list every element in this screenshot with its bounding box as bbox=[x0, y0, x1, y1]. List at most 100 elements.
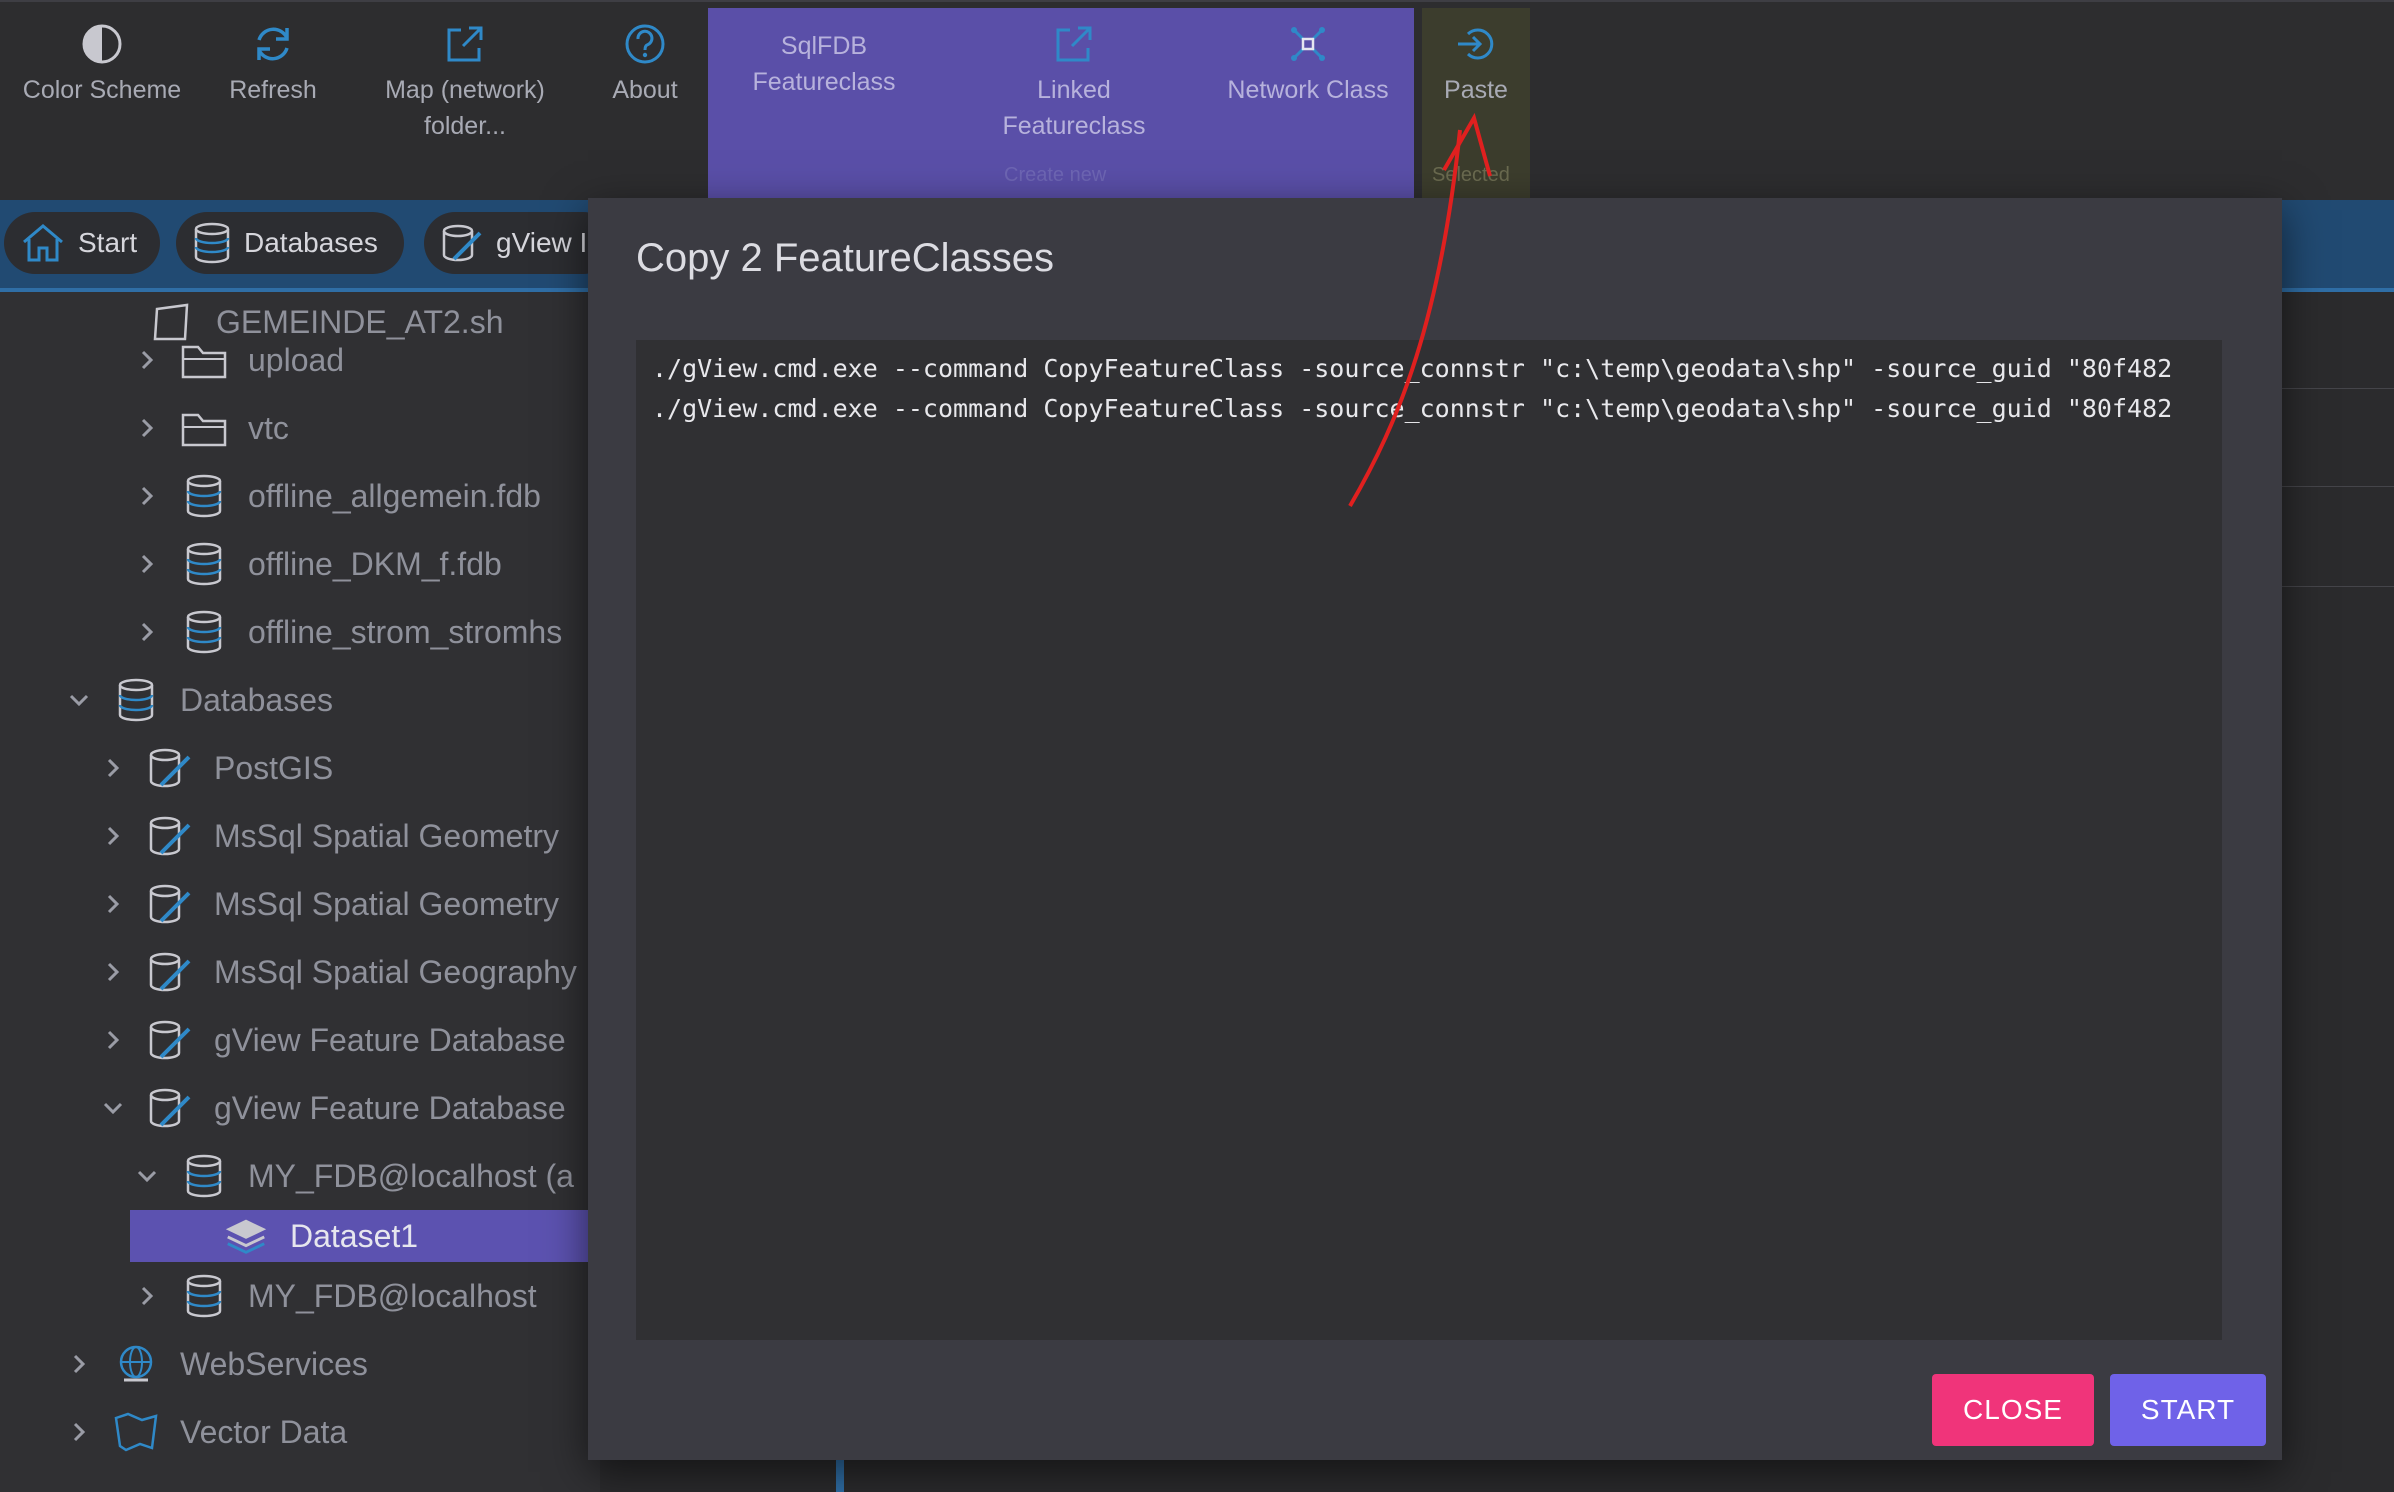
contrast-icon bbox=[82, 24, 122, 64]
breadcrumb-start[interactable]: Start bbox=[4, 212, 160, 274]
breadcrumb-databases-label: Databases bbox=[244, 227, 378, 258]
paste-icon bbox=[1458, 28, 1494, 60]
network-icon bbox=[1291, 27, 1325, 61]
tree-item[interactable]: offline_allgemein.fdb bbox=[132, 466, 541, 526]
database-icon bbox=[180, 608, 228, 656]
chevron-right-icon[interactable] bbox=[132, 345, 162, 375]
tree-item-label: offline_DKM_f.fdb bbox=[248, 545, 502, 582]
pencil-database-icon bbox=[146, 1016, 194, 1064]
tree-item[interactable]: MY_FDB@localhost bbox=[132, 1266, 537, 1326]
chevron-right-icon[interactable] bbox=[98, 957, 128, 987]
tree-item[interactable]: MsSql Spatial Geometry bbox=[98, 806, 559, 866]
tree-item[interactable]: WebServices bbox=[64, 1334, 368, 1394]
tree-item-label: gView Feature Database bbox=[214, 1089, 566, 1126]
pencil-database-icon bbox=[146, 812, 194, 860]
linked-label-line1: Linked bbox=[1037, 76, 1111, 104]
tree-item[interactable]: offline_DKM_f.fdb bbox=[132, 534, 502, 594]
database-icon bbox=[180, 472, 228, 520]
chevron-right-icon[interactable] bbox=[64, 1417, 94, 1447]
tree-item-label: offline_strom_stromhs bbox=[248, 613, 563, 650]
pencil-database-icon bbox=[146, 948, 194, 996]
command-output[interactable]: ./gView.cmd.exe --command CopyFeatureCla… bbox=[636, 340, 2222, 1340]
database-icon bbox=[112, 676, 160, 724]
create-new-caption: Create new bbox=[1004, 164, 1107, 186]
globe-icon bbox=[112, 1340, 160, 1388]
tree-item[interactable]: PostGIS bbox=[98, 738, 333, 798]
linked-label-line2: Featureclass bbox=[1002, 112, 1146, 140]
color-scheme-button[interactable]: Color Scheme bbox=[14, 22, 190, 108]
command-line: ./gView.cmd.exe --command CopyFeatureCla… bbox=[652, 394, 2173, 423]
sqlfdb-label-line2: Featureclass bbox=[752, 68, 896, 96]
chevron-right-icon[interactable] bbox=[98, 889, 128, 919]
tree-item-label: Dataset1 bbox=[290, 1217, 419, 1254]
tree-item[interactable]: offline_strom_stromhs bbox=[132, 602, 562, 662]
layers-icon bbox=[222, 1212, 270, 1260]
chevron-right-icon[interactable] bbox=[98, 1025, 128, 1055]
tree-item[interactable]: MsSql Spatial Geography bbox=[98, 942, 577, 1002]
paste-button[interactable]: Paste bbox=[1422, 22, 1530, 108]
chevron-right-icon[interactable] bbox=[132, 617, 162, 647]
chevron-right-icon[interactable] bbox=[64, 1349, 94, 1379]
selected-group: Paste Selected bbox=[1422, 8, 1530, 198]
refresh-label: Refresh bbox=[229, 76, 317, 104]
explorer-tree: GEMEINDE_AT2.sh upload vtc offline_allgemei… bbox=[0, 292, 600, 1492]
tree-item[interactable]: MY_FDB@localhost (a bbox=[132, 1146, 574, 1206]
dialog-title: Copy 2 FeatureClasses bbox=[636, 236, 1054, 280]
refresh-button[interactable]: Refresh bbox=[214, 22, 332, 108]
copy-featureclasses-dialog: Copy 2 FeatureClasses ./gView.cmd.exe --… bbox=[588, 198, 2282, 1460]
tree-item-label: WebServices bbox=[180, 1345, 368, 1382]
tree-item[interactable]: upload bbox=[132, 330, 344, 390]
close-button[interactable]: CLOSE bbox=[1932, 1374, 2094, 1446]
command-line: ./gView.cmd.exe --command CopyFeatureCla… bbox=[652, 354, 2173, 383]
chevron-right-icon[interactable] bbox=[132, 481, 162, 511]
chevron-down-icon[interactable] bbox=[64, 685, 94, 715]
tree-item[interactable]: Databases bbox=[64, 670, 333, 730]
network-class-label: Network Class bbox=[1227, 76, 1389, 104]
tree-item[interactable]: MsSql Spatial Geometry bbox=[98, 874, 559, 934]
tree-item-label: MY_FDB@localhost (a bbox=[248, 1157, 574, 1194]
map-folder-label-line1: Map (network) bbox=[385, 76, 545, 104]
help-icon bbox=[625, 24, 665, 64]
pencil-database-icon bbox=[442, 224, 482, 262]
chevron-down-icon[interactable] bbox=[132, 1161, 162, 1191]
pencil-database-icon bbox=[146, 1084, 194, 1132]
database-icon bbox=[180, 1152, 228, 1200]
tree-item[interactable]: gView Feature Database bbox=[98, 1078, 566, 1138]
chevron-right-icon[interactable] bbox=[132, 549, 162, 579]
create-new-group: SqlFDB Featureclass Linked Featureclass … bbox=[708, 8, 1414, 198]
breadcrumb-databases[interactable]: Databases bbox=[176, 212, 404, 274]
database-icon bbox=[180, 1272, 228, 1320]
external-link-icon bbox=[1056, 26, 1092, 62]
chevron-right-icon[interactable] bbox=[98, 821, 128, 851]
tree-item[interactable]: vtc bbox=[132, 398, 289, 458]
chevron-right-icon[interactable] bbox=[132, 413, 162, 443]
map-network-folder-button[interactable]: Map (network) folder... bbox=[370, 22, 560, 144]
tree-item-label: Vector Data bbox=[180, 1413, 348, 1450]
tree-item-label: gView Feature Database bbox=[214, 1021, 566, 1058]
tree-item-label: vtc bbox=[248, 409, 289, 446]
tree-item[interactable]: gView Feature Database bbox=[98, 1010, 566, 1070]
breadcrumb-gview-label: gView I bbox=[496, 227, 588, 258]
folder-icon bbox=[180, 336, 228, 384]
color-scheme-label: Color Scheme bbox=[22, 76, 182, 104]
chevron-down-icon[interactable] bbox=[98, 1093, 128, 1123]
external-link-icon bbox=[447, 26, 483, 62]
linked-featureclass-button[interactable]: Linked Featureclass bbox=[992, 22, 1156, 144]
tree-item-label: offline_allgemein.fdb bbox=[248, 477, 541, 514]
paste-label: Paste bbox=[1444, 76, 1508, 104]
sqlfdb-featureclass-button[interactable]: SqlFDB Featureclass bbox=[736, 28, 912, 100]
start-button[interactable]: START bbox=[2110, 1374, 2266, 1446]
tree-item[interactable]: Dataset1 bbox=[222, 1206, 418, 1266]
refresh-icon bbox=[257, 27, 289, 61]
network-class-button[interactable]: Network Class bbox=[1218, 22, 1398, 108]
map-icon bbox=[112, 1408, 160, 1456]
tree-item[interactable]: Vector Data bbox=[64, 1402, 347, 1462]
selected-caption: Selected bbox=[1432, 164, 1510, 186]
breadcrumb-gview[interactable]: gView I bbox=[424, 212, 614, 274]
about-button[interactable]: About bbox=[598, 22, 692, 108]
breadcrumb-start-label: Start bbox=[78, 227, 138, 258]
home-icon bbox=[23, 224, 63, 262]
tree-item-label: MY_FDB@localhost bbox=[248, 1277, 537, 1314]
chevron-right-icon[interactable] bbox=[98, 753, 128, 783]
chevron-right-icon[interactable] bbox=[132, 1281, 162, 1311]
